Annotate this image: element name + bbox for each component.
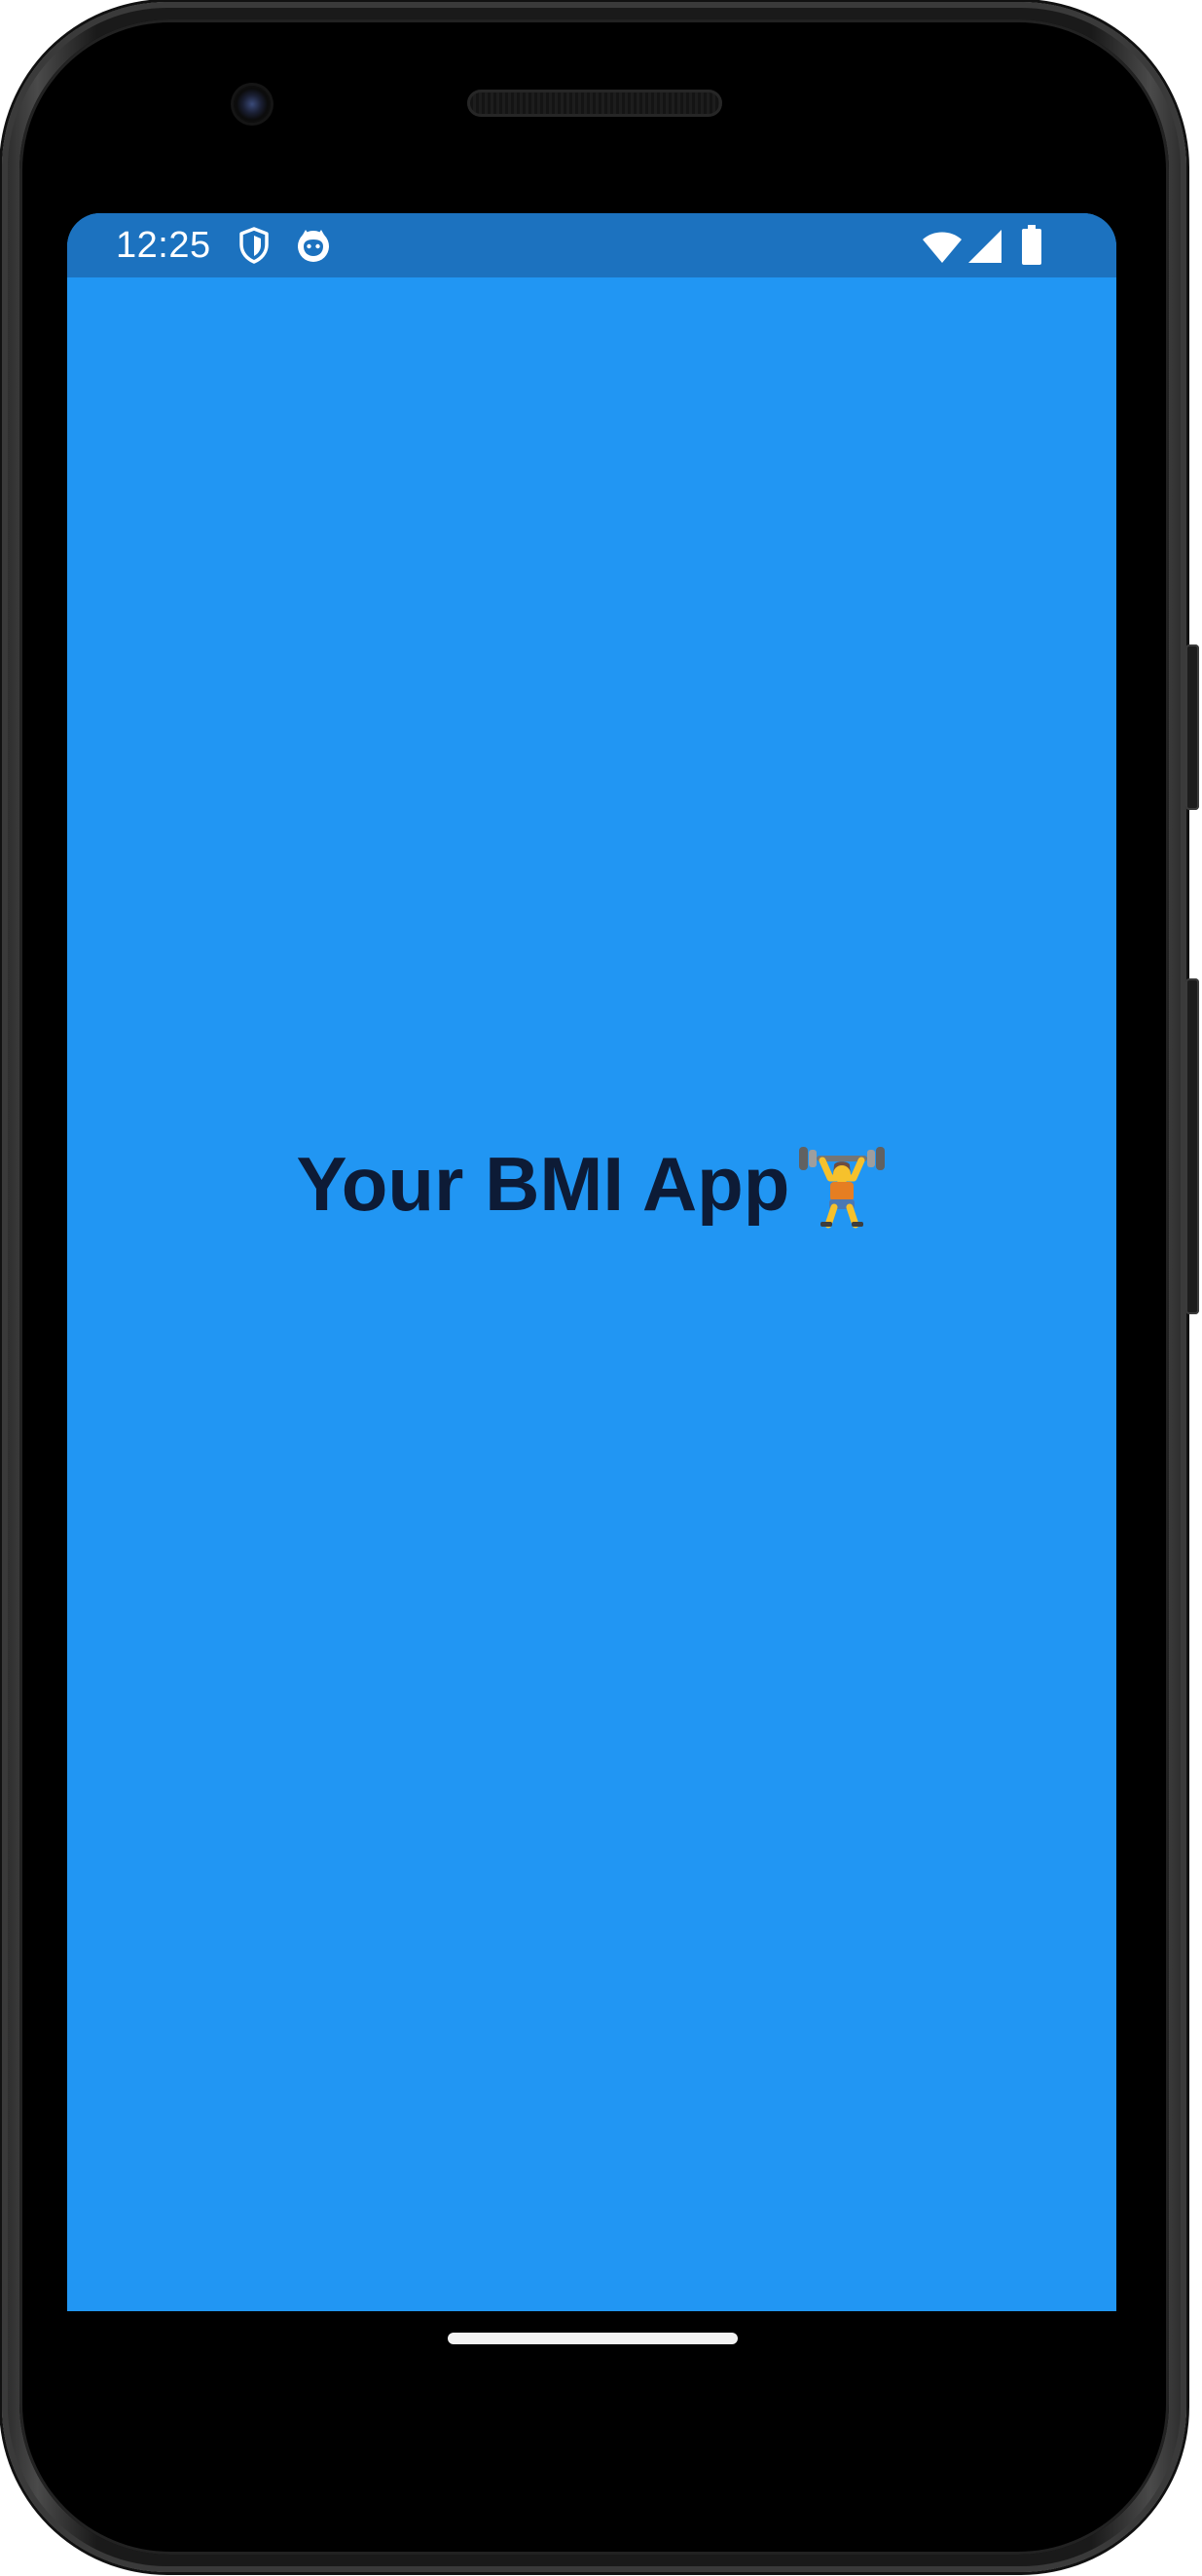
app-title-text: Your BMI App: [296, 1141, 790, 1227]
cat-face-icon: [298, 230, 329, 262]
status-bar: 12:25: [67, 213, 1116, 277]
power-button: [1185, 644, 1199, 810]
app-screen: 12:25 Your BMI App: [67, 213, 1116, 2311]
earpiece-speaker: [467, 90, 722, 117]
front-camera: [234, 86, 271, 123]
wifi-icon: [923, 232, 962, 263]
battery-icon: [1022, 225, 1041, 265]
app-title: Your BMI App: [67, 1140, 1116, 1234]
shield-icon: [239, 227, 269, 264]
volume-rocker: [1185, 978, 1199, 1314]
weightlifter-icon: [799, 1147, 886, 1229]
cell-signal-icon: [968, 230, 1002, 263]
home-gesture-bar[interactable]: [448, 2333, 738, 2344]
status-time: 12:25: [116, 225, 211, 266]
